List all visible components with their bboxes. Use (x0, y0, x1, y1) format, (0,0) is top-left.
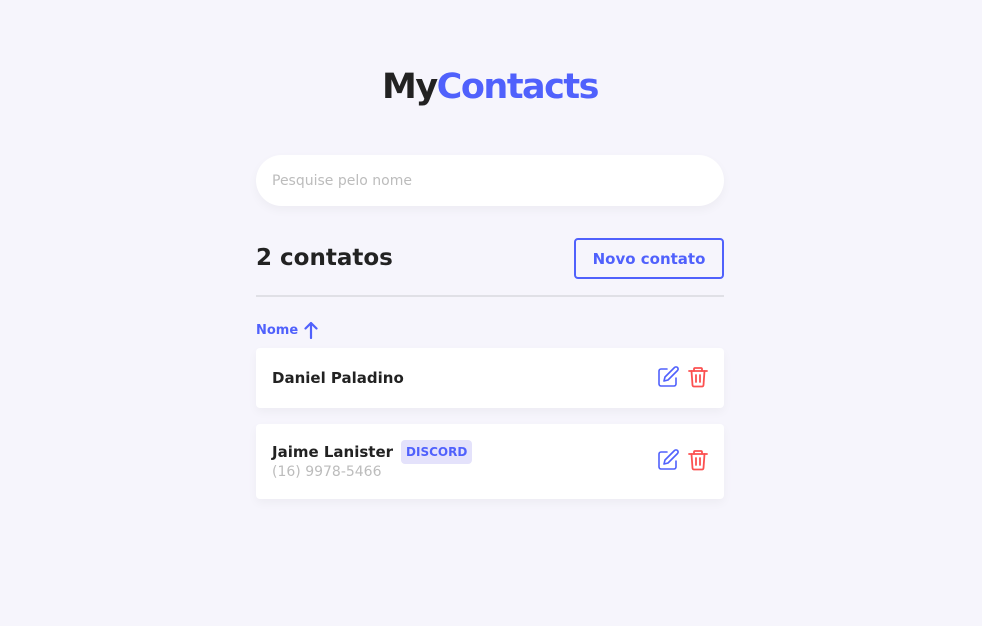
arrow-up-icon (304, 321, 318, 339)
edit-icon[interactable] (656, 448, 680, 472)
edit-icon[interactable] (656, 365, 680, 389)
list-header: 2 contatos Novo contato (256, 238, 724, 279)
sort-by-name-button[interactable]: Nome (256, 319, 318, 341)
contact-card: Daniel Paladino (256, 348, 724, 408)
new-contact-button[interactable]: Novo contato (574, 238, 724, 279)
trash-icon[interactable] (686, 448, 710, 472)
sort-label: Nome (256, 322, 299, 338)
contact-name-row: Daniel Paladino (272, 366, 404, 390)
search-input[interactable] (256, 155, 724, 206)
contact-actions (656, 448, 710, 472)
contact-name: Jaime Lanister (272, 443, 394, 461)
contact-name: Daniel Paladino (272, 369, 404, 387)
trash-icon[interactable] (686, 365, 710, 389)
category-badge: DISCORD (401, 440, 473, 464)
contact-name-row: Jaime Lanister DISCORD (272, 440, 473, 464)
contacts-count: 2 contatos (256, 245, 393, 271)
contact-card: Jaime Lanister DISCORD (16) 9978-5466 (256, 424, 724, 499)
logo-part-contacts: Contacts (436, 67, 600, 107)
contact-actions (656, 365, 710, 389)
app-logo: MyContacts (256, 64, 724, 110)
header-divider (256, 295, 724, 297)
logo-part-my: My (382, 67, 438, 107)
contact-phone: (16) 9978-5466 (272, 464, 382, 480)
